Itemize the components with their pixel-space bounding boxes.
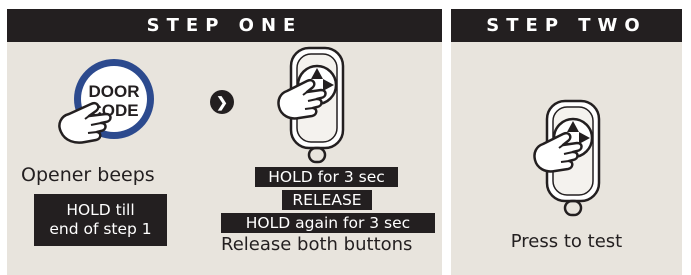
hold-3sec-label: HOLD for 3 sec [255,167,398,187]
step-two-title: STEP TWO [451,9,682,42]
door-code-button-icon: DOOR CODE [58,59,154,144]
chevron-right-icon: ❯ [210,90,234,114]
step-two-panel: STEP TWO Press to test [451,9,682,275]
door-code-line-1: DOOR [89,82,140,101]
step-one-panel: STEP ONE DOOR CODE ❯ Opener beeps HOLD t… [7,9,442,275]
release-label: RELEASE [282,190,372,210]
hold-again-label: HOLD again for 3 sec [221,213,435,233]
hold-till-line-2: end of step 1 [49,220,152,238]
hold-till-label: HOLD till end of step 1 [34,194,167,246]
hold-till-line-1: HOLD till [66,201,135,219]
press-to-test-caption: Press to test [510,231,623,252]
remote-fob-icon [277,46,345,164]
remote-fob-icon [533,99,601,217]
release-both-caption: Release both buttons [221,234,413,255]
step-one-title: STEP ONE [7,9,442,42]
opener-beeps-caption: Opener beeps [21,164,155,186]
